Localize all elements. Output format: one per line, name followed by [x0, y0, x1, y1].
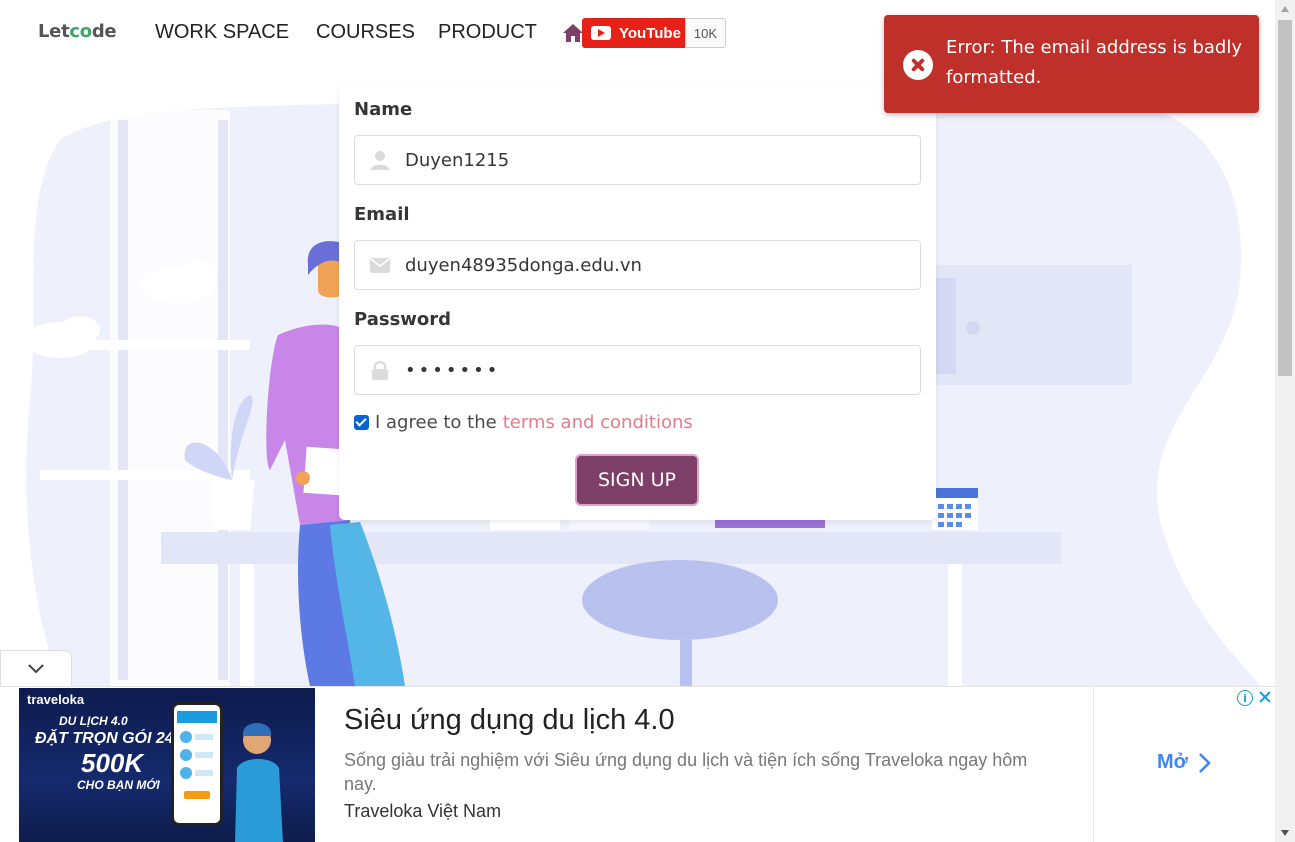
phone-image — [171, 702, 223, 826]
ad-image[interactable]: traveloka DU LỊCH 4.0 ĐẶT TRỌN GÓI 24/7 … — [19, 688, 315, 842]
ad-image-line1: DU LỊCH 4.0 — [59, 714, 128, 728]
scroll-up-arrow-icon[interactable] — [1281, 6, 1289, 12]
collapse-ad-button[interactable] — [0, 650, 72, 686]
error-toast[interactable]: Error: The email address is badly format… — [884, 15, 1259, 113]
ad-divider — [1093, 687, 1094, 842]
terms-link[interactable]: terms and conditions — [503, 412, 693, 433]
ad-open-button[interactable]: Mở — [1157, 751, 1212, 774]
ad-close-icon[interactable] — [1257, 689, 1273, 705]
person-image — [235, 723, 283, 842]
ad-info-icon[interactable]: i — [1237, 690, 1253, 706]
youtube-icon — [591, 26, 611, 40]
ad-image-line3: 500K — [81, 748, 144, 778]
name-label: Name — [354, 99, 413, 120]
ad-banner: traveloka DU LỊCH 4.0 ĐẶT TRỌN GÓI 24/7 … — [0, 686, 1275, 842]
ad-description: Sống giàu trải nghiệm với Siêu ứng dụng … — [344, 750, 1028, 794]
ad-image-brand: traveloka — [27, 692, 85, 707]
password-field[interactable]: ••••••• — [354, 345, 921, 395]
email-field-value: duyen48935donga.edu.vn — [405, 254, 642, 276]
chevron-right-icon — [1198, 752, 1211, 773]
password-field-value: ••••••• — [405, 359, 501, 381]
signup-button[interactable]: SIGN UP — [575, 454, 699, 506]
agree-text: I agree to the — [375, 412, 497, 433]
password-label: Password — [354, 309, 452, 330]
page-scrollbar[interactable] — [1275, 0, 1295, 842]
error-icon — [903, 50, 933, 80]
home-icon[interactable] — [562, 22, 584, 44]
envelope-icon — [355, 241, 405, 289]
youtube-subscriber-count: 10K — [685, 18, 726, 48]
logo-text-suffix: de — [91, 21, 117, 42]
logo-text-prefix: Let — [38, 21, 70, 42]
name-field-value: Duyen1215 — [405, 149, 510, 171]
ad-image-line2: ĐẶT TRỌN GÓI 24/7 — [35, 730, 188, 747]
logo-text-accent: co — [69, 21, 92, 42]
email-label: Email — [354, 204, 410, 225]
error-message: Error: The email address is badly format… — [946, 37, 1242, 88]
scrollbar-thumb[interactable] — [1278, 20, 1292, 376]
youtube-subscribe-button[interactable]: YouTube — [582, 18, 685, 48]
email-field[interactable]: duyen48935donga.edu.vn — [354, 240, 921, 290]
nav-product[interactable]: PRODUCT — [438, 21, 537, 44]
agree-checkbox[interactable] — [354, 415, 369, 430]
scroll-down-arrow-icon[interactable] — [1281, 830, 1289, 836]
youtube-label: YouTube — [619, 24, 681, 42]
ad-advertiser: Traveloka Việt Nam — [344, 801, 502, 821]
name-field[interactable]: Duyen1215 — [354, 135, 921, 185]
ad-image-line4: CHO BẠN MỚI — [77, 778, 160, 792]
ad-open-label: Mở — [1157, 751, 1188, 773]
user-icon — [355, 136, 405, 184]
ad-title[interactable]: Siêu ứng dụng du lịch 4.0 — [344, 704, 675, 737]
signup-form-card: Name Duyen1215 Email duyen48935donga.edu… — [339, 81, 936, 520]
chevron-down-icon — [28, 663, 44, 673]
nav-work-space[interactable]: WORK SPACE — [155, 21, 289, 44]
letcode-logo[interactable]: Letcode — [38, 21, 117, 42]
lock-icon — [355, 346, 405, 394]
nav-courses[interactable]: COURSES — [316, 21, 415, 44]
agree-terms-row: I agree to the terms and conditions — [354, 412, 693, 433]
